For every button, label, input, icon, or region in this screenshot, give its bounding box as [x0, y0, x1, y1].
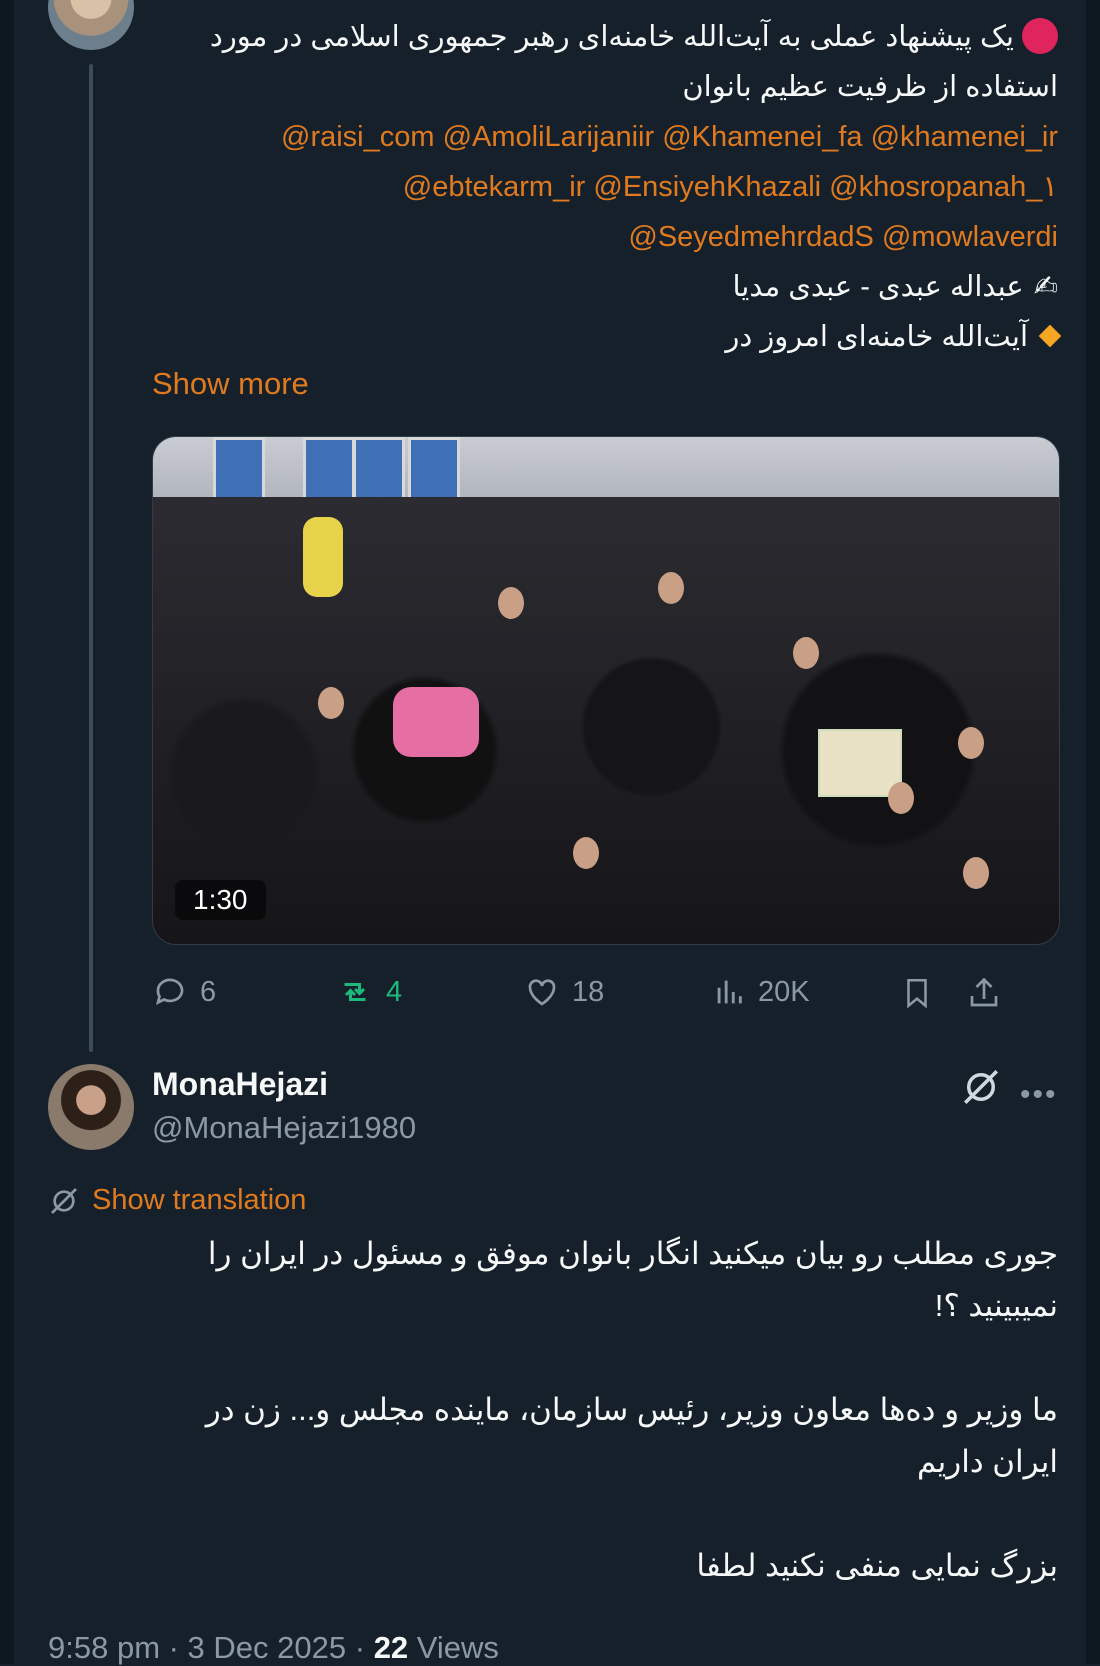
grok-icon	[964, 1070, 998, 1104]
mention-line-1[interactable]: @raisi_com @AmoliLarijaniir @Khamenei_fa…	[138, 112, 1058, 162]
tweet-line-author: ✍عبداله عبدی - عبدی مدیا	[732, 271, 1058, 303]
video-child-pink	[393, 687, 479, 757]
tweet-line-2: استفاده از ظرفیت عظیم بانوان	[682, 71, 1058, 103]
video-face	[963, 857, 989, 889]
video-thumbnail[interactable]: 1:30	[152, 436, 1060, 945]
tweet-line-last: آیت‌الله خامنه‌ای امروز در	[138, 312, 1062, 362]
grok-button[interactable]	[960, 1066, 1002, 1113]
video-face	[658, 572, 684, 604]
reply-line: ما وزیر و ده‌ها معاون وزیر، رئیس سازمان،…	[205, 1392, 1058, 1427]
views-button[interactable]: 20K	[712, 974, 810, 1010]
orange-diamond-icon	[1038, 324, 1062, 348]
heart-icon	[528, 979, 556, 1006]
video-face	[498, 587, 524, 619]
retweet-icon	[344, 983, 366, 1001]
video-crowd	[153, 497, 1059, 944]
quoted-author-avatar[interactable]	[48, 0, 134, 50]
tweet-timestamp[interactable]: 9:58 pm · 3 Dec 2025 ·	[48, 1630, 365, 1665]
tweet-text: یک پیشنهاد عملی به آیت‌الله خامنه‌ای رهب…	[138, 12, 1062, 362]
video-duration-badge: 1:30	[175, 880, 266, 920]
reply-author-avatar[interactable]	[48, 1064, 134, 1150]
reply-line: بزرگ نمایی منفی نکنید لطفا	[696, 1548, 1058, 1583]
reply-handle[interactable]: @MonaHejazi1980	[152, 1110, 416, 1146]
writing-hand-icon: ✍	[1033, 271, 1058, 303]
reply-display-name[interactable]: MonaHejazi	[152, 1066, 328, 1103]
reply-icon	[155, 978, 184, 1006]
show-more-link[interactable]: Show more	[152, 366, 309, 402]
translate-icon	[51, 1187, 77, 1214]
video-child-yellow	[303, 517, 343, 597]
bookmark-button[interactable]	[900, 974, 934, 1012]
video-face	[888, 782, 914, 814]
video-sign	[818, 729, 902, 797]
show-translation-label: Show translation	[92, 1184, 307, 1216]
mention-line-2[interactable]: @ebtekarm_ir @EnsiyehKhazali @khosropana…	[138, 162, 1058, 212]
like-button[interactable]: 18	[524, 974, 604, 1010]
video-face	[318, 687, 344, 719]
frame-edge-right	[1086, 0, 1100, 1664]
view-count: 20K	[758, 975, 810, 1008]
video-face	[958, 727, 984, 759]
reply-line: نمیبینید ؟!	[934, 1288, 1058, 1323]
like-count: 18	[572, 975, 605, 1008]
share-button[interactable]	[966, 974, 1002, 1012]
retweet-count: 4	[386, 975, 403, 1008]
show-translation-link[interactable]: Show translation	[48, 1184, 306, 1217]
analytics-icon	[717, 980, 742, 1004]
share-icon	[970, 977, 998, 1007]
reply-text: جوری مطلب رو بیان میکنید انگار بانوان مو…	[98, 1228, 1058, 1592]
video-face	[573, 837, 599, 869]
frame-edge-left	[0, 0, 14, 1664]
views-label: Views	[416, 1630, 499, 1665]
mention-line-3[interactable]: @SeyedmehrdadS @mowlaverdi	[138, 212, 1058, 262]
reply-spacer	[98, 1332, 1058, 1384]
reply-line: ایران داریم	[917, 1444, 1058, 1479]
tweet-action-bar: 6 4 18 20K	[152, 966, 1058, 1026]
reply-button[interactable]: 6	[152, 974, 216, 1010]
reply-line: جوری مطلب رو بیان میکنید انگار بانوان مو…	[207, 1236, 1058, 1271]
more-options-button[interactable]: •••	[1020, 1078, 1058, 1112]
tweet-meta: 9:58 pm · 3 Dec 2025 · 22 Views	[48, 1630, 499, 1666]
tweet-line-1: یک پیشنهاد عملی به آیت‌الله خامنه‌ای رهب…	[138, 12, 1058, 62]
reply-count: 6	[200, 975, 217, 1008]
red-circle-icon	[1022, 18, 1058, 54]
retweet-button[interactable]: 4	[336, 974, 402, 1010]
views-count: 22	[373, 1630, 409, 1665]
thread-line	[89, 64, 93, 1052]
bookmark-icon	[907, 978, 927, 1009]
video-face	[793, 637, 819, 669]
reply-spacer	[98, 1488, 1058, 1540]
